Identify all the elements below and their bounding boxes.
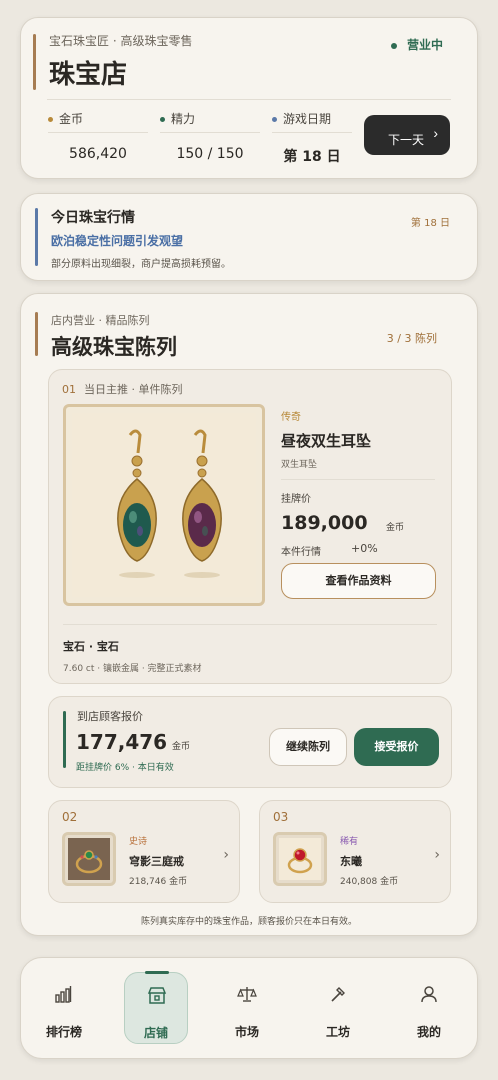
next-day-label: 下一天 xyxy=(388,133,425,147)
market-description: 部分原料出现细裂，商户提高损耗预留。 xyxy=(51,259,231,270)
nav-label: 我的 xyxy=(416,1025,441,1039)
item-rarity: 稀有 xyxy=(340,837,359,847)
shop-subtitle: 宝石珠宝匠 · 高级珠宝零售 xyxy=(49,34,193,48)
showcase-card: 店内营业 · 精品陈列 高级珠宝陈列 3 / 3 陈列 01 当日主推 · 单件陈… xyxy=(20,293,478,936)
market-trend-value: +0% xyxy=(351,542,378,555)
chevron-right-icon: › xyxy=(433,125,438,141)
user-icon xyxy=(421,986,437,1003)
stat-date: 游戏日期 第 18 日 xyxy=(272,108,352,168)
offer-label: 到店顾客报价 xyxy=(77,710,143,723)
stat-date-label: 游戏日期 xyxy=(283,112,332,126)
item-price: 240,808 金币 xyxy=(340,877,399,887)
nav-item-market[interactable]: 市场 xyxy=(215,972,279,1044)
status-dot-icon xyxy=(390,42,397,49)
showcase-count: 3 / 3 陈列 xyxy=(386,332,437,345)
chevron-right-icon: › xyxy=(434,847,440,863)
market-trend-label: 本件行情 xyxy=(281,547,321,558)
market-accent-bar xyxy=(35,208,38,266)
showcase-accent-bar xyxy=(35,312,38,356)
rarity-label: 传奇 xyxy=(281,412,301,423)
market-headline: 欧泊稳定性问题引发观望 xyxy=(51,234,184,248)
next-day-button[interactable]: 下一天 › xyxy=(364,115,450,155)
ruby-ring-icon xyxy=(279,838,321,880)
market-day: 第 18 日 xyxy=(410,218,450,229)
item-name: 穹影三庭戒 xyxy=(129,855,184,868)
nav-item-workshop[interactable]: 工坊 xyxy=(306,972,370,1044)
gem-spec: 7.60 ct · 镶嵌金属 · 完整正式素材 xyxy=(63,664,202,674)
ring-thumbnail xyxy=(62,832,116,886)
showcase-subtitle: 店内营业 · 精品陈列 xyxy=(51,314,150,327)
stat-gold-label: 金币 xyxy=(59,112,84,126)
stat-gold: 金币 586,420 xyxy=(48,108,148,168)
gold-dot-icon xyxy=(48,117,53,122)
stat-energy-value: 150 / 150 xyxy=(176,146,244,162)
market-title: 今日珠宝行情 xyxy=(51,210,135,226)
nav-label: 店铺 xyxy=(143,1026,168,1040)
ring-thumbnail xyxy=(273,832,327,886)
divider xyxy=(47,99,451,100)
item-number: 03 xyxy=(273,810,289,824)
offer-accent-bar xyxy=(63,711,66,768)
header-accent-bar xyxy=(33,34,36,90)
nav-item-profile[interactable]: 我的 xyxy=(397,972,461,1044)
nav-label: 市场 xyxy=(234,1025,259,1039)
stat-date-value: 第 18 日 xyxy=(283,149,341,165)
offer-note: 距挂牌价 6% · 本日有效 xyxy=(76,763,174,773)
stat-energy-label: 精力 xyxy=(171,112,196,126)
featured-label: 01 当日主推 · 单件陈列 xyxy=(62,381,183,397)
item-price: 218,746 金币 xyxy=(129,877,188,887)
featured-number: 01 xyxy=(62,383,76,396)
customer-offer-panel: 到店顾客报价 177,476 金币 距挂牌价 6% · 本日有效 继续陈列 接受… xyxy=(48,696,452,788)
market-news-card: 今日珠宝行情 第 18 日 欧泊稳定性问题引发观望 部分原料出现细裂，商户提高损… xyxy=(20,193,478,281)
chevron-right-icon: › xyxy=(223,847,229,863)
earrings-illustration xyxy=(72,413,256,597)
divider xyxy=(281,479,435,480)
price-value: 189,000 xyxy=(281,512,368,534)
status-badge: 营业中 xyxy=(390,36,443,53)
shop-title: 珠宝店 xyxy=(49,60,128,90)
item-name: 东曦 xyxy=(340,855,362,868)
stat-gold-value: 586,420 xyxy=(69,146,127,162)
scale-icon xyxy=(237,987,257,1002)
price-unit: 金币 xyxy=(386,523,405,533)
accept-offer-button[interactable]: 接受报价 xyxy=(354,728,439,766)
bottom-navigation: 排行榜 店铺 市场 工坊 我的 xyxy=(20,957,478,1059)
divider xyxy=(63,624,437,625)
item-number: 02 xyxy=(62,810,78,824)
item-rarity: 史诗 xyxy=(129,837,148,847)
earrings-image[interactable] xyxy=(63,404,265,606)
item-type: 双生耳坠 xyxy=(281,460,318,470)
offer-unit: 金币 xyxy=(172,742,191,752)
bar-chart-icon xyxy=(55,986,72,1003)
shop-icon xyxy=(147,987,167,1004)
nav-item-shop[interactable]: 店铺 xyxy=(124,971,188,1044)
display-item-02[interactable]: 02 史诗 穹影三庭戒 218,746 金币 › xyxy=(48,800,240,903)
nav-label: 排行榜 xyxy=(45,1025,82,1039)
continue-display-button[interactable]: 继续陈列 xyxy=(269,728,347,766)
active-indicator xyxy=(145,971,169,974)
price-label: 挂牌价 xyxy=(281,494,311,505)
view-item-details-button[interactable]: 查看作品资料 xyxy=(281,563,436,599)
stat-energy: 精力 150 / 150 xyxy=(160,108,260,168)
featured-label-text: 当日主推 · 单件陈列 xyxy=(84,383,183,396)
offer-value: 177,476 xyxy=(76,730,168,754)
item-name: 昼夜双生耳坠 xyxy=(281,432,372,450)
hammer-icon xyxy=(331,987,345,1002)
featured-item-panel: 01 当日主推 · 单件陈列 传奇 昼夜双生耳坠 双生耳坠 挂牌价 189,00… xyxy=(48,369,452,684)
showcase-footnote: 陈列真实库存中的珠宝作品，顾客报价只在本日有效。 xyxy=(140,917,357,927)
display-item-03[interactable]: 03 稀有 东曦 240,808 金币 › xyxy=(259,800,451,903)
shop-header-card: 宝石珠宝匠 · 高级珠宝零售 珠宝店 营业中 金币 586,420 精力 150… xyxy=(20,17,478,179)
energy-dot-icon xyxy=(160,117,165,122)
status-text: 营业中 xyxy=(406,38,443,52)
date-dot-icon xyxy=(272,117,277,122)
gem-summary: 宝石 · 宝石 xyxy=(63,640,119,653)
nav-item-leaderboard[interactable]: 排行榜 xyxy=(32,972,96,1044)
nav-label: 工坊 xyxy=(325,1025,350,1039)
ring-icon xyxy=(68,838,110,880)
showcase-title: 高级珠宝陈列 xyxy=(51,335,177,359)
